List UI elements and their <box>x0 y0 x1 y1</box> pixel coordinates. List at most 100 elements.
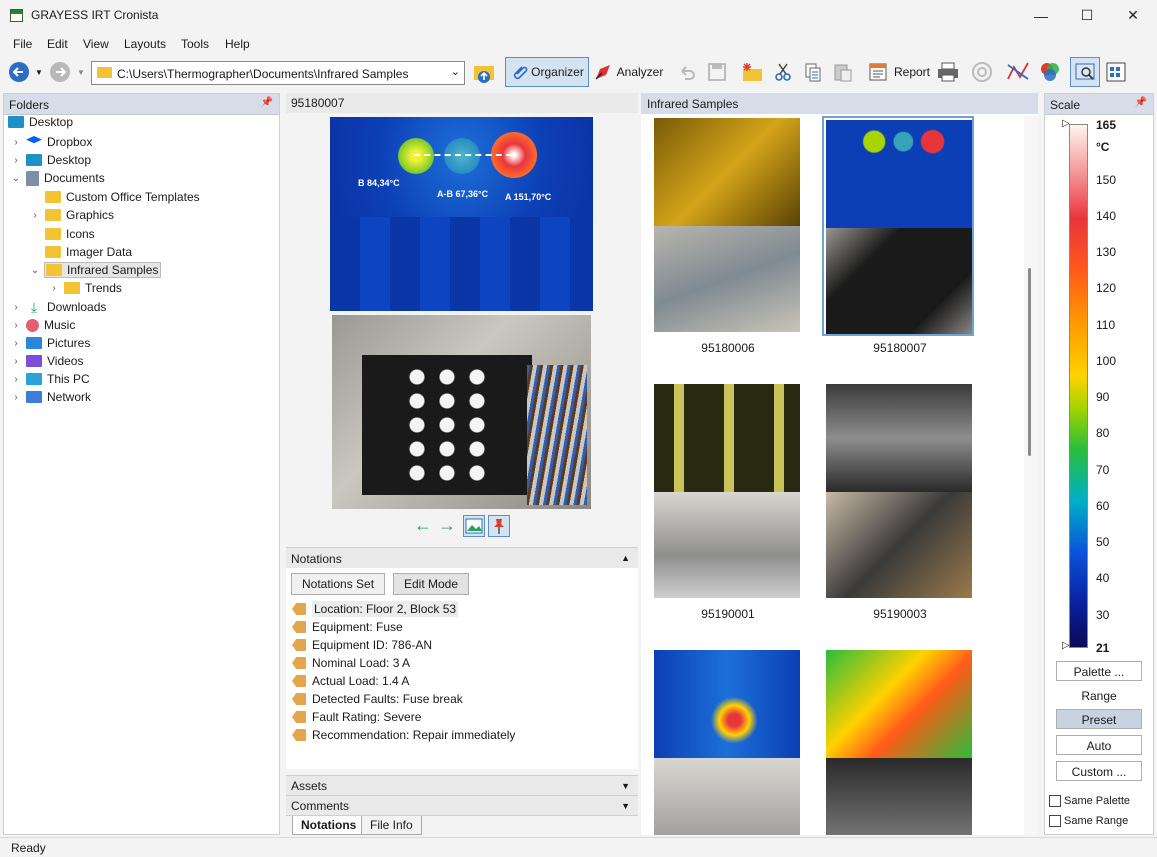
tree-item-documents[interactable]: ⌄ Documents <box>10 169 105 187</box>
back-button[interactable] <box>6 57 32 87</box>
thumbnail-95190001[interactable] <box>652 382 804 600</box>
chevron-right-icon[interactable]: › <box>10 137 22 148</box>
notation-item[interactable]: Location: Floor 2, Block 53 <box>292 600 459 618</box>
thumbnail-item[interactable] <box>824 648 976 835</box>
tree-item-custom-office-templates[interactable]: Custom Office Templates <box>45 188 200 206</box>
pin-icon[interactable]: 📌 <box>1135 97 1147 108</box>
thumbnail-95190003[interactable] <box>824 382 976 600</box>
collapse-up-icon[interactable]: ▲ <box>621 553 630 563</box>
menu-tools[interactable]: Tools <box>181 37 209 51</box>
notations-set-button[interactable]: Notations Set <box>291 573 386 595</box>
notation-item[interactable]: Actual Load: 1.4 A <box>292 672 409 690</box>
notation-item[interactable]: Nominal Load: 3 A <box>292 654 410 672</box>
tree-item-pictures[interactable]: › Pictures <box>10 334 90 352</box>
chevron-right-icon[interactable]: › <box>10 356 22 367</box>
menu-view[interactable]: View <box>83 37 109 51</box>
organizer-button[interactable]: Organizer <box>505 57 589 87</box>
forward-button[interactable] <box>47 57 73 87</box>
chevron-down-icon[interactable]: ⌄ <box>10 173 22 184</box>
tree-item-network[interactable]: › Network <box>10 388 91 406</box>
chevron-right-icon[interactable]: › <box>48 283 60 294</box>
thumbnail-item[interactable] <box>652 648 804 835</box>
new-folder-button[interactable] <box>738 57 766 87</box>
tree-item-downloads[interactable]: › ⤓ Downloads <box>10 298 106 316</box>
chevron-right-icon[interactable]: › <box>10 374 22 385</box>
notation-item[interactable]: Equipment ID: 786-AN <box>292 636 432 654</box>
menu-file[interactable]: File <box>13 37 32 51</box>
notation-item[interactable]: Detected Faults: Fuse break <box>292 690 463 708</box>
custom-button[interactable]: Custom ... <box>1056 761 1142 781</box>
forward-dropdown-icon[interactable]: ▼ <box>76 57 86 87</box>
tree-item-icons[interactable]: Icons <box>45 225 95 243</box>
print-button[interactable] <box>934 57 962 87</box>
assets-header[interactable]: Assets ▼ <box>286 775 638 795</box>
thumbnail-95180007[interactable] <box>822 116 974 336</box>
menu-help[interactable]: Help <box>225 37 250 51</box>
address-bar[interactable]: C:\Users\Thermographer\Documents\Infrare… <box>91 61 465 85</box>
scrollbar-thumb[interactable] <box>1028 268 1031 456</box>
visual-photo[interactable] <box>332 315 591 509</box>
notations-header[interactable]: Notations ▲ <box>286 547 638 568</box>
tree-item-desktop-root[interactable]: Desktop <box>8 113 73 131</box>
chevron-right-icon[interactable]: › <box>10 320 22 331</box>
tree-item-infrared-samples[interactable]: ⌄ Infrared Samples <box>29 261 162 279</box>
palette-select-button[interactable]: Palette ... <box>1056 661 1142 681</box>
notation-item[interactable]: Recommendation: Repair immediately <box>292 726 515 744</box>
tree-item-dropbox[interactable]: › Dropbox <box>10 133 92 151</box>
tree-item-desktop[interactable]: › Desktop <box>10 151 91 169</box>
expand-down-icon[interactable]: ▼ <box>621 781 630 791</box>
auto-button[interactable]: Auto <box>1056 735 1142 755</box>
trend-button[interactable] <box>1004 57 1032 87</box>
tab-file-info[interactable]: File Info <box>361 816 422 835</box>
image-toggle-button[interactable] <box>463 515 485 537</box>
undo-button[interactable] <box>674 57 700 87</box>
save-button[interactable] <box>704 57 730 87</box>
previous-image-arrow-icon[interactable]: ← <box>414 516 434 536</box>
chevron-right-icon[interactable]: › <box>10 302 22 313</box>
close-button[interactable]: ✕ <box>1110 0 1156 31</box>
chevron-right-icon[interactable]: › <box>29 210 41 221</box>
same-range-checkbox[interactable]: Same Range <box>1049 815 1128 827</box>
cut-button[interactable] <box>770 57 796 87</box>
thumbnail-95180006[interactable] <box>652 116 804 334</box>
notation-item[interactable]: Fault Rating: Severe <box>292 708 421 726</box>
chevron-right-icon[interactable]: › <box>10 155 22 166</box>
chevron-right-icon[interactable]: › <box>10 338 22 349</box>
chevron-right-icon[interactable]: › <box>10 392 22 403</box>
tab-notations[interactable]: Notations <box>292 816 366 835</box>
pin-icon[interactable]: 📌 <box>261 97 273 108</box>
image-view-button[interactable] <box>1070 57 1100 87</box>
folder-up-button[interactable] <box>470 57 498 87</box>
infrared-image[interactable]: B 84,34°C A-B 67,36°C A 151,70°C <box>330 117 593 311</box>
next-image-arrow-icon[interactable]: → <box>438 516 458 536</box>
preset-button[interactable]: Preset <box>1056 709 1142 729</box>
expand-down-icon[interactable]: ▼ <box>621 801 630 811</box>
chevron-down-icon[interactable]: ⌄ <box>451 65 460 78</box>
checkbox-box[interactable] <box>1049 795 1061 807</box>
maximize-button[interactable]: ☐ <box>1064 0 1110 31</box>
menu-edit[interactable]: Edit <box>47 37 68 51</box>
tree-item-imager-data[interactable]: Imager Data <box>45 243 132 261</box>
report-button[interactable]: Report <box>866 57 932 87</box>
comments-header[interactable]: Comments ▼ <box>286 795 638 815</box>
grid-view-button[interactable] <box>1102 57 1130 87</box>
notation-item[interactable]: Equipment: Fuse <box>292 618 403 636</box>
palette-button[interactable] <box>1036 57 1064 87</box>
edit-mode-button[interactable]: Edit Mode <box>393 573 470 595</box>
paste-button[interactable] <box>830 57 856 87</box>
minimize-button[interactable]: — <box>1018 0 1064 31</box>
pin-view-button[interactable] <box>488 515 510 537</box>
tree-item-trends[interactable]: › Trends <box>48 279 122 297</box>
disc-button[interactable] <box>968 57 996 87</box>
same-palette-checkbox[interactable]: Same Palette <box>1049 795 1130 807</box>
copy-button[interactable] <box>800 57 826 87</box>
min-marker-icon[interactable]: ▷ <box>1062 640 1070 651</box>
checkbox-box[interactable] <box>1049 815 1061 827</box>
tree-item-graphics[interactable]: › Graphics <box>29 206 114 224</box>
thumbnails-scrollbar[interactable] <box>1024 116 1038 835</box>
tree-item-this-pc[interactable]: › This PC <box>10 370 89 388</box>
tree-item-music[interactable]: › Music <box>10 316 75 334</box>
analyzer-button[interactable]: Analyzer <box>591 57 665 87</box>
tree-item-videos[interactable]: › Videos <box>10 352 83 370</box>
back-dropdown-icon[interactable]: ▼ <box>34 57 44 87</box>
